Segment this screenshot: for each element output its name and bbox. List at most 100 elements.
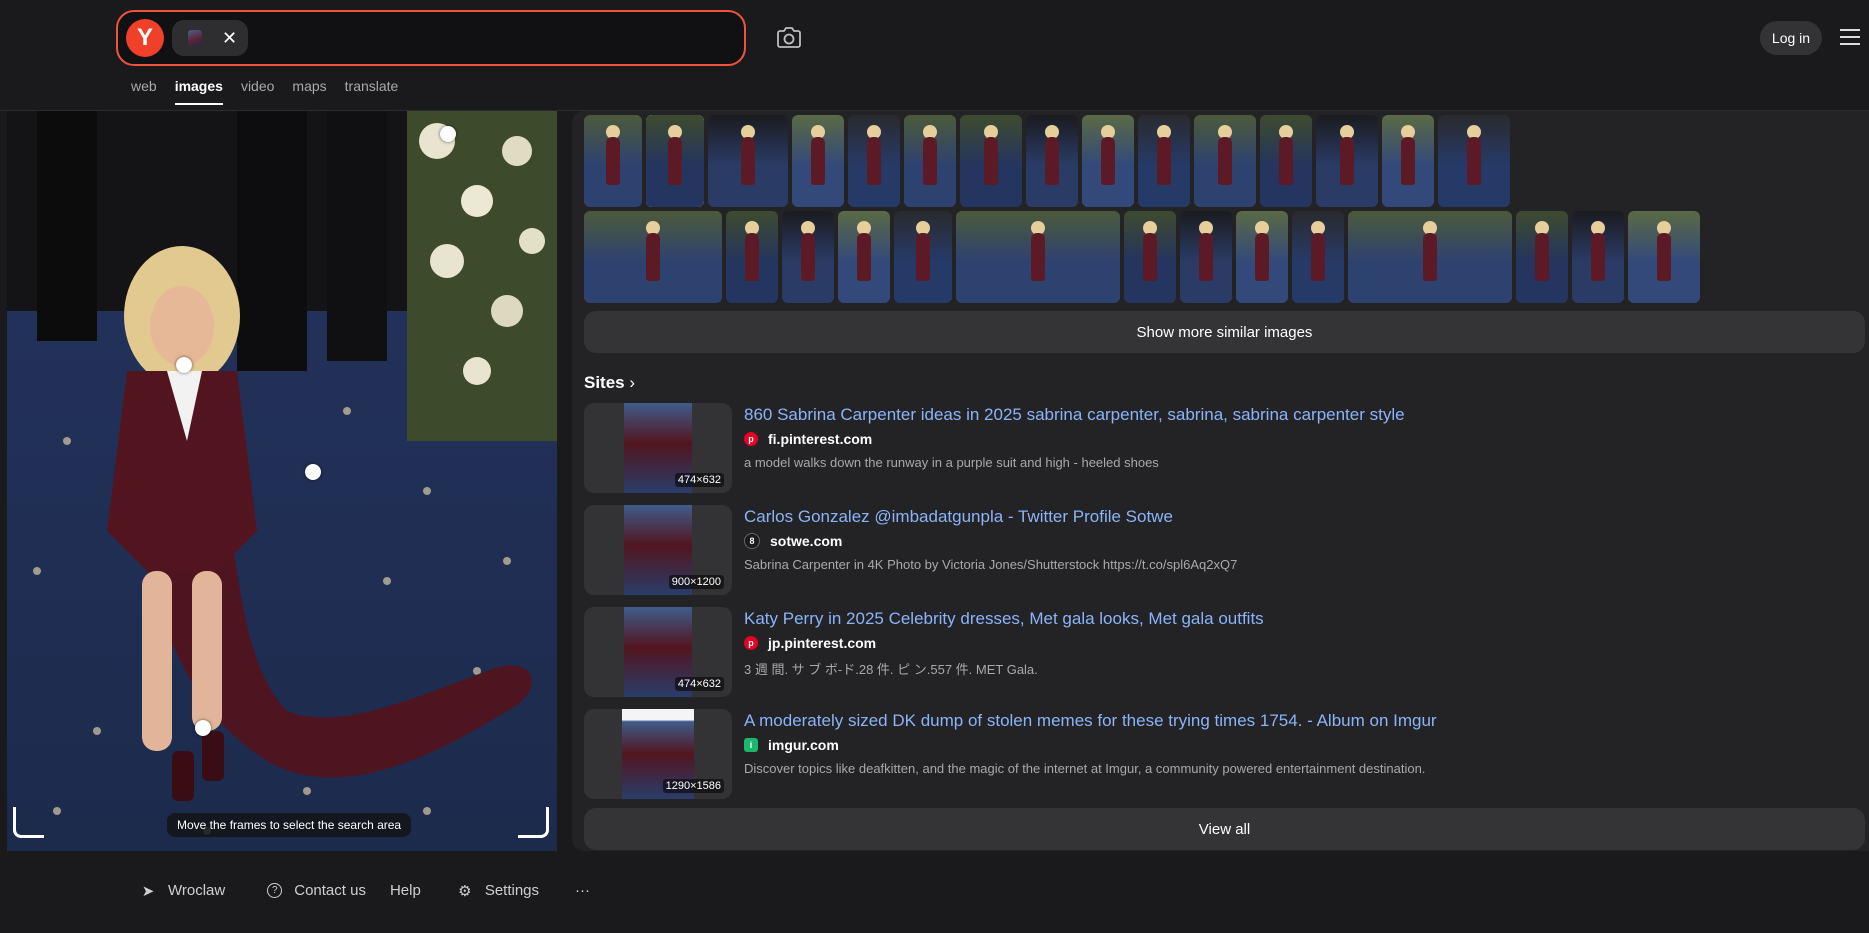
gear-icon: ⚙ bbox=[458, 882, 472, 900]
similar-image-thumbnail[interactable] bbox=[782, 211, 834, 303]
menu-icon[interactable] bbox=[1840, 29, 1860, 47]
site-title-link[interactable]: A moderately sized DK dump of stolen mem… bbox=[744, 711, 1437, 731]
query-image-thumbnail bbox=[188, 30, 202, 46]
crop-corner-bottom-left[interactable] bbox=[13, 807, 44, 838]
similar-image-thumbnail[interactable] bbox=[584, 211, 722, 303]
similar-image-thumbnail[interactable] bbox=[1124, 211, 1176, 303]
similar-image-thumbnail[interactable] bbox=[1026, 115, 1078, 207]
location-label: Wroclaw bbox=[168, 882, 226, 899]
more-icon: ··· bbox=[575, 882, 591, 899]
show-more-similar-button[interactable]: Show more similar images bbox=[584, 311, 1865, 353]
help-circle-icon: ? bbox=[267, 883, 283, 898]
image-query-chip[interactable]: ✕ bbox=[172, 20, 248, 56]
site-domain[interactable]: 8 sotwe.com bbox=[744, 533, 842, 549]
selection-handle[interactable] bbox=[305, 464, 321, 480]
preview-photo bbox=[7, 111, 557, 851]
settings-link[interactable]: ⚙ Settings bbox=[457, 882, 540, 900]
selection-hint: Move the frames to select the search are… bbox=[167, 813, 412, 837]
similar-image-thumbnail[interactable] bbox=[792, 115, 844, 207]
similar-image-thumbnail[interactable] bbox=[1082, 115, 1134, 207]
similar-image-thumbnail[interactable] bbox=[1236, 211, 1288, 303]
sotwe-icon: 8 bbox=[744, 533, 760, 549]
tab-images[interactable]: images bbox=[174, 78, 224, 105]
site-domain-label: fi.pinterest.com bbox=[768, 431, 873, 447]
close-icon[interactable]: ✕ bbox=[222, 29, 237, 47]
yandex-logo[interactable]: Y bbox=[126, 19, 164, 57]
site-thumbnail[interactable]: 474×632 bbox=[584, 403, 732, 493]
selection-handle[interactable] bbox=[440, 126, 456, 142]
similar-image-thumbnail[interactable] bbox=[848, 115, 900, 207]
similar-image-thumbnail[interactable] bbox=[1628, 211, 1700, 303]
contact-label: Contact us bbox=[294, 882, 366, 899]
sites-heading[interactable]: Sites › bbox=[584, 373, 635, 393]
similar-image-thumbnail[interactable] bbox=[1316, 115, 1378, 207]
pinterest-icon: p bbox=[744, 432, 758, 446]
similar-image-thumbnail[interactable] bbox=[646, 115, 704, 207]
pinterest-icon: p bbox=[744, 636, 758, 650]
similar-images-row bbox=[584, 115, 1510, 207]
tab-video[interactable]: video bbox=[241, 78, 274, 105]
login-button[interactable]: Log in bbox=[1760, 21, 1822, 55]
site-domain-label: jp.pinterest.com bbox=[768, 635, 877, 651]
camera-icon[interactable] bbox=[776, 26, 802, 50]
similar-image-thumbnail[interactable] bbox=[1438, 115, 1510, 207]
chevron-right-icon: › bbox=[629, 373, 636, 392]
search-box[interactable]: Y ✕ bbox=[116, 10, 746, 66]
similar-image-thumbnail[interactable] bbox=[1516, 211, 1568, 303]
site-domain-label: imgur.com bbox=[768, 737, 839, 753]
selection-handle[interactable] bbox=[195, 720, 211, 736]
site-result[interactable]: 1290×1586 A moderately sized DK dump of … bbox=[584, 709, 1865, 799]
site-title-link[interactable]: Katy Perry in 2025 Celebrity dresses, Me… bbox=[744, 609, 1264, 629]
similar-image-thumbnail[interactable] bbox=[584, 115, 642, 207]
site-result[interactable]: 900×1200 Carlos Gonzalez @imbadatgunpla … bbox=[584, 505, 1865, 595]
location-link[interactable]: ➤ Wroclaw bbox=[140, 882, 226, 900]
site-domain[interactable]: i imgur.com bbox=[744, 737, 839, 753]
selection-handle[interactable] bbox=[176, 357, 192, 373]
similar-image-thumbnail[interactable] bbox=[1194, 115, 1256, 207]
site-thumbnail[interactable]: 474×632 bbox=[584, 607, 732, 697]
site-result[interactable]: 474×632 Katy Perry in 2025 Celebrity dre… bbox=[584, 607, 1865, 697]
contact-link[interactable]: ? Contact us bbox=[267, 882, 366, 899]
similar-image-thumbnail[interactable] bbox=[894, 211, 952, 303]
similar-image-thumbnail[interactable] bbox=[1572, 211, 1624, 303]
similar-image-thumbnail[interactable] bbox=[1348, 211, 1512, 303]
similar-images-row bbox=[584, 211, 1700, 303]
site-domain[interactable]: p jp.pinterest.com bbox=[744, 635, 876, 651]
similar-image-thumbnail[interactable] bbox=[726, 211, 778, 303]
location-arrow-icon: ➤ bbox=[141, 882, 155, 900]
sites-title: Sites bbox=[584, 373, 625, 392]
site-result[interactable]: 474×632 860 Sabrina Carpenter ideas in 2… bbox=[584, 403, 1865, 493]
site-title-link[interactable]: 860 Sabrina Carpenter ideas in 2025 sabr… bbox=[744, 405, 1405, 425]
similar-image-thumbnail[interactable] bbox=[1180, 211, 1232, 303]
site-thumbnail[interactable]: 900×1200 bbox=[584, 505, 732, 595]
tab-translate[interactable]: translate bbox=[345, 78, 399, 105]
site-description: 3 週 間. サ ブ ボ-ド.28 件. ピ ン.557 件. MET Gala… bbox=[744, 662, 1038, 677]
more-button[interactable]: ··· bbox=[575, 882, 590, 899]
help-label: Help bbox=[389, 882, 421, 899]
query-image-preview[interactable]: Move the frames to select the search are… bbox=[7, 111, 557, 851]
similar-image-thumbnail[interactable] bbox=[1260, 115, 1312, 207]
site-description: Discover topics like deafkitten, and the… bbox=[744, 761, 1426, 776]
site-description: Sabrina Carpenter in 4K Photo by Victori… bbox=[744, 557, 1238, 572]
similar-image-thumbnail[interactable] bbox=[1138, 115, 1190, 207]
site-title-link[interactable]: Carlos Gonzalez @imbadatgunpla - Twitter… bbox=[744, 507, 1173, 527]
similar-image-thumbnail[interactable] bbox=[1382, 115, 1434, 207]
results-panel: Show more similar images Sites › 474×632… bbox=[572, 111, 1869, 851]
settings-label: Settings bbox=[484, 882, 540, 899]
site-domain[interactable]: p fi.pinterest.com bbox=[744, 431, 872, 447]
similar-image-thumbnail[interactable] bbox=[838, 211, 890, 303]
search-tabs: web images video maps translate bbox=[131, 78, 416, 105]
tab-web[interactable]: web bbox=[131, 78, 157, 105]
similar-image-thumbnail[interactable] bbox=[708, 115, 788, 207]
crop-corner-bottom-right[interactable] bbox=[518, 807, 549, 838]
tab-maps[interactable]: maps bbox=[292, 78, 326, 105]
similar-image-thumbnail[interactable] bbox=[960, 115, 1022, 207]
footer: ➤ Wroclaw ? Contact us Help ⚙ Settings ·… bbox=[140, 882, 614, 900]
similar-image-thumbnail[interactable] bbox=[956, 211, 1120, 303]
help-link[interactable]: Help bbox=[390, 882, 421, 899]
image-size: 474×632 bbox=[674, 677, 724, 691]
similar-image-thumbnail[interactable] bbox=[1292, 211, 1344, 303]
similar-image-thumbnail[interactable] bbox=[904, 115, 956, 207]
site-thumbnail[interactable]: 1290×1586 bbox=[584, 709, 732, 799]
view-all-button[interactable]: View all bbox=[584, 808, 1865, 850]
